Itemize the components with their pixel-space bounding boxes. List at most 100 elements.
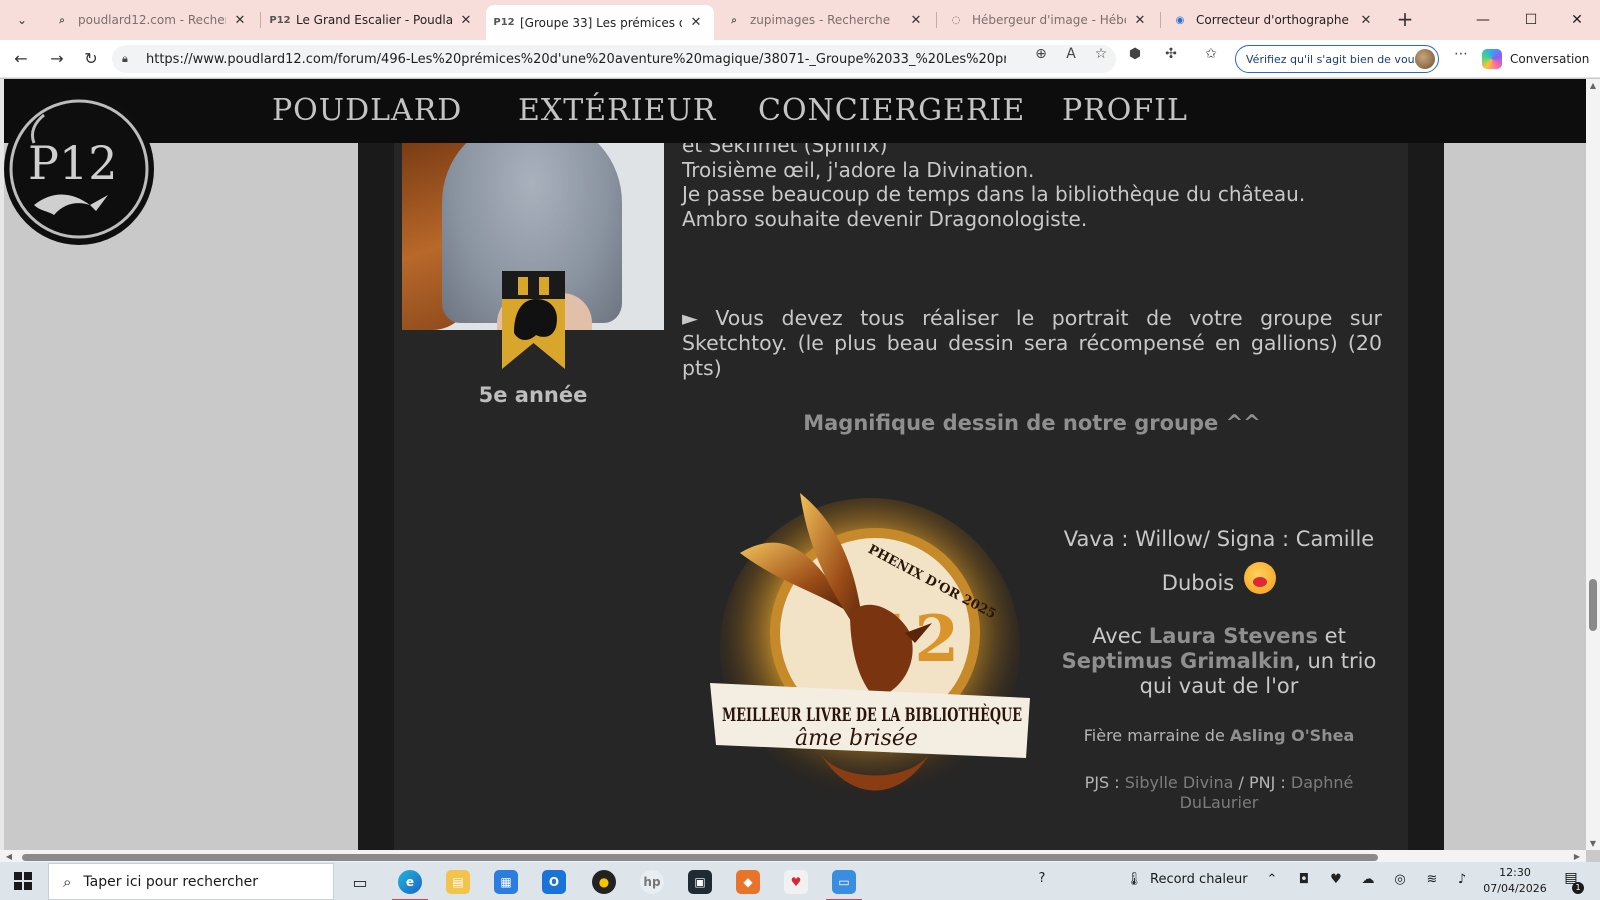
browser-toolbar: ← → ↻ 🔒︎ https://www.poudlard12.com/foru… bbox=[0, 40, 1600, 78]
scroll-up-icon[interactable]: ▲ bbox=[1586, 81, 1600, 90]
thermometer-icon[interactable]: 🌡︎ bbox=[1124, 872, 1144, 890]
tab-label: Correcteur d'orthographe et de bbox=[1196, 13, 1352, 27]
meet-icon[interactable]: ◘ bbox=[1294, 872, 1314, 890]
lock-icon[interactable]: 🔒︎ bbox=[122, 52, 136, 66]
help-icon[interactable]: ? bbox=[1032, 871, 1052, 889]
horizontal-scroll-thumb[interactable] bbox=[22, 854, 1378, 861]
profile-link-laura-stevens[interactable]: Laura Stevens bbox=[1149, 624, 1318, 648]
close-tab-icon[interactable]: ✕ bbox=[232, 13, 248, 28]
close-window-icon[interactable]: ✕ bbox=[1562, 8, 1592, 32]
page-viewport: 5e année et Sekhmet (Sphinx) Troisième œ… bbox=[0, 79, 1586, 850]
nav-exterieur[interactable]: EXTÉRIEUR bbox=[518, 93, 716, 128]
pjs-label: PJS : bbox=[1084, 773, 1125, 792]
clock-date: 07/04/2026 bbox=[1483, 882, 1547, 895]
zoom-icon[interactable]: ⊕ bbox=[1030, 45, 1052, 63]
refresh-icon[interactable]: ↻ bbox=[78, 47, 104, 71]
address-bar[interactable]: 🔒︎ https://www.poudlard12.com/forum/496-… bbox=[112, 45, 1116, 73]
wifi-icon[interactable]: ≋ bbox=[1422, 872, 1442, 890]
tab-spellcheck[interactable]: ◉ Correcteur d'orthographe et de ✕ bbox=[1162, 5, 1384, 35]
volume-icon[interactable]: ♪ bbox=[1452, 872, 1472, 890]
signature-trio: Avec Laura Stevens et Septimus Grimalkin… bbox=[1052, 624, 1386, 699]
profile-link-septimus-grimalkin[interactable]: Septimus Grimalkin bbox=[1062, 649, 1294, 673]
vertical-scroll-thumb[interactable] bbox=[1589, 579, 1597, 631]
display-app-icon[interactable]: ▣ bbox=[678, 865, 722, 899]
copilot-conversation-button[interactable]: Conversation bbox=[1482, 46, 1594, 72]
close-tab-icon[interactable]: ✕ bbox=[908, 13, 924, 28]
close-tab-icon[interactable]: ✕ bbox=[458, 13, 474, 28]
system-clock[interactable]: 12:30 07/04/2026 bbox=[1481, 865, 1549, 897]
tab-groupe-33[interactable]: P12 [Groupe 33] Les prémices d'une ✕ bbox=[486, 5, 714, 40]
tab-separator bbox=[936, 12, 937, 28]
tab-actions-menu-icon[interactable]: ⌄ bbox=[8, 7, 36, 33]
read-aloud-icon[interactable]: A bbox=[1060, 45, 1082, 63]
site-navigation: POUDLARD EXTÉRIEUR CONCIERGERIE PROFIL bbox=[4, 79, 1586, 143]
chevron-up-icon[interactable]: ⌃ bbox=[1262, 872, 1282, 890]
trio-prefix: Avec bbox=[1092, 624, 1149, 648]
search-icon: ⌕ bbox=[63, 872, 72, 891]
outlook-icon[interactable]: O bbox=[532, 865, 576, 899]
tab-separator bbox=[1160, 12, 1161, 28]
tab-zupimages-search[interactable]: ⌕ zupimages - Recherche ✕ bbox=[716, 5, 934, 35]
microsoft-store-icon[interactable]: ▦ bbox=[484, 865, 528, 899]
phenix-award-image[interactable]: PHENIX D'OR 2025 12 MEILLEUR LIVRE DE LA… bbox=[700, 483, 1040, 823]
hufflepuff-badge-icon bbox=[502, 271, 565, 369]
music-app-icon[interactable]: ● bbox=[582, 865, 626, 899]
browser-essentials-icon[interactable]: ⬢ bbox=[1124, 45, 1146, 63]
extensions-icon[interactable]: ✣ bbox=[1160, 45, 1182, 63]
edge-browser-icon[interactable]: e bbox=[388, 865, 432, 900]
bio-line: Ambro souhaite devenir Dragonologiste. bbox=[682, 206, 1088, 231]
p12-logo-icon: P12 bbox=[9, 99, 149, 239]
new-tab-icon[interactable]: + bbox=[1392, 8, 1418, 32]
site-logo[interactable]: P12 bbox=[4, 93, 154, 245]
pnj-label: PNJ : bbox=[1249, 773, 1291, 792]
signature-marraine: Fière marraine de Asling O'Shea bbox=[1052, 726, 1386, 745]
hp-support-icon[interactable]: hp bbox=[630, 865, 674, 899]
maximize-icon[interactable]: ☐ bbox=[1516, 8, 1546, 32]
security-app-icon[interactable]: ◆ bbox=[726, 865, 770, 899]
award-banner-line1: MEILLEUR LIVRE DE LA BIBLIOTHÈQUE bbox=[722, 703, 1022, 726]
award-banner-line2: âme brisée bbox=[795, 726, 918, 751]
network-icon[interactable]: ◎ bbox=[1390, 872, 1410, 890]
mail-app-icon[interactable]: ♥ bbox=[774, 865, 818, 899]
close-tab-icon[interactable]: ✕ bbox=[688, 15, 704, 30]
verify-identity-button[interactable]: Vérifiez qu'il s'agit bien de vous bbox=[1235, 45, 1439, 73]
minimize-icon[interactable]: — bbox=[1468, 8, 1498, 32]
app-tray-icon[interactable]: ♥ bbox=[1326, 872, 1346, 890]
favorite-star-icon[interactable]: ☆ bbox=[1090, 45, 1112, 63]
windows-start-icon[interactable] bbox=[14, 872, 32, 890]
notification-count: 1 bbox=[1572, 882, 1584, 894]
weather-text[interactable]: Record chaleur bbox=[1150, 872, 1248, 887]
forward-icon[interactable]: → bbox=[44, 47, 70, 71]
taskbar-search[interactable]: ⌕ Taper ici pour rechercher bbox=[48, 863, 334, 900]
image-host-icon: ◌ bbox=[951, 14, 961, 26]
notification-center-icon[interactable]: ▤ 1 bbox=[1560, 870, 1584, 894]
url-text[interactable]: https://www.poudlard12.com/forum/496-Les… bbox=[146, 52, 1006, 67]
scroll-down-icon[interactable]: ▼ bbox=[1586, 839, 1600, 848]
p12-icon: P12 bbox=[269, 14, 291, 26]
nav-poudlard[interactable]: POUDLARD bbox=[272, 93, 462, 128]
pjs-pnj-separator: / bbox=[1233, 773, 1249, 792]
favorites-icon[interactable]: ✩ bbox=[1200, 45, 1222, 63]
cloud-offline-icon[interactable]: ☁ bbox=[1358, 872, 1378, 890]
kiss-emoji-icon bbox=[1244, 562, 1277, 594]
tab-grand-escalier[interactable]: P12 Le Grand Escalier - Poudlard12 ✕ bbox=[262, 5, 484, 35]
tab-poudlard-search[interactable]: ⌕ poudlard12.com - Recherche ✕ bbox=[44, 5, 258, 35]
spellcheck-icon: ◉ bbox=[1175, 14, 1185, 26]
back-icon[interactable]: ← bbox=[8, 47, 34, 71]
vertical-scrollbar[interactable]: ▲ ▼ bbox=[1586, 79, 1600, 850]
close-tab-icon[interactable]: ✕ bbox=[1358, 13, 1374, 28]
close-tab-icon[interactable]: ✕ bbox=[1132, 13, 1148, 28]
tab-label: zupimages - Recherche bbox=[750, 13, 891, 27]
nav-conciergerie[interactable]: CONCIERGERIE bbox=[758, 93, 1025, 128]
task-view-icon[interactable]: ▭ bbox=[338, 865, 382, 899]
remote-desktop-icon[interactable]: ▭ bbox=[822, 865, 866, 900]
file-explorer-icon[interactable]: ▤ bbox=[436, 865, 480, 899]
search-icon: ⌕ bbox=[731, 14, 737, 26]
profile-link-asling-oshea[interactable]: Asling O'Shea bbox=[1230, 726, 1354, 745]
nav-profil[interactable]: PROFIL bbox=[1062, 93, 1188, 128]
profile-link-sibylle-divina[interactable]: Sibylle Divina bbox=[1125, 773, 1234, 792]
profile-avatar bbox=[1415, 49, 1435, 69]
more-options-icon[interactable]: ⋯ bbox=[1450, 45, 1472, 63]
tab-image-host[interactable]: ◌ Hébergeur d'image - Hébergem ✕ bbox=[938, 5, 1158, 35]
tab-label: Hébergeur d'image - Hébergem bbox=[972, 13, 1126, 27]
